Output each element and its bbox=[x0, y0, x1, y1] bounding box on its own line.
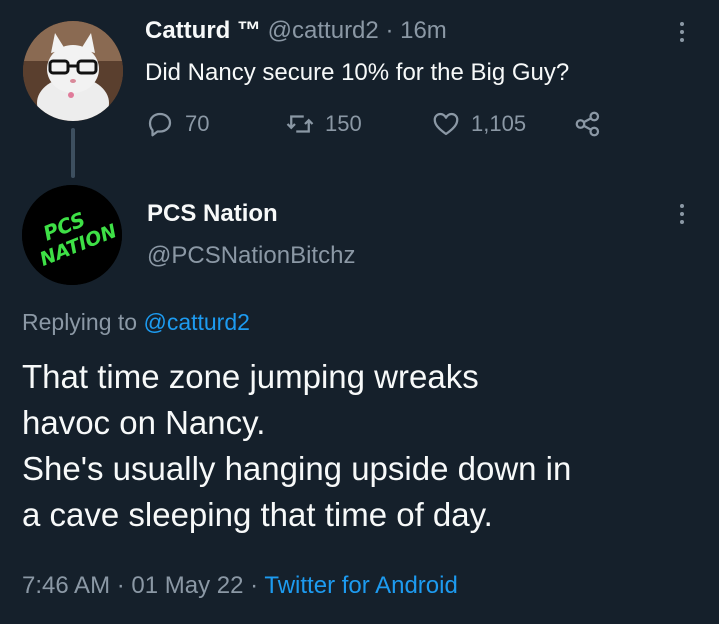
more-vertical-icon[interactable] bbox=[678, 204, 686, 224]
cat-photo-icon bbox=[23, 21, 123, 121]
pcs-nation-logo-icon: PCS NATION bbox=[22, 185, 122, 285]
retweet-count: 150 bbox=[325, 111, 362, 136]
parent-tweet[interactable]: Catturd ™ @catturd2 · 16m Did Nancy secu… bbox=[0, 0, 719, 180]
pcs-nation-avatar[interactable]: PCS NATION bbox=[22, 185, 122, 285]
retweet-icon bbox=[286, 115, 314, 133]
parent-tweet-text: Did Nancy secure 10% for the Big Guy? bbox=[145, 59, 570, 86]
like-count: 1,105 bbox=[471, 111, 527, 136]
parent-handle[interactable]: @catturd2 bbox=[268, 17, 379, 44]
header-separator: · bbox=[385, 17, 394, 44]
heart-icon bbox=[433, 112, 459, 136]
reply-bubble-icon bbox=[148, 112, 172, 137]
meta-separator: · bbox=[116, 572, 125, 599]
reply-handle[interactable]: @PCSNationBitchz bbox=[147, 240, 355, 272]
reply-button[interactable]: 70 bbox=[145, 106, 209, 142]
thread-connector bbox=[71, 128, 75, 178]
reply-count: 70 bbox=[185, 111, 210, 136]
tweet-text-line: She's usually hanging upside down in bbox=[22, 450, 572, 487]
catturd-avatar[interactable] bbox=[23, 21, 123, 121]
parent-timestamp[interactable]: 16m bbox=[400, 17, 447, 44]
tweet-time[interactable]: 7:46 AM bbox=[22, 572, 110, 599]
retweet-button[interactable]: 150 bbox=[285, 106, 362, 142]
tweet-text-line: a cave sleeping that time of day. bbox=[22, 496, 493, 533]
share-icon bbox=[575, 111, 600, 137]
parent-display-name[interactable]: Catturd ™ bbox=[145, 17, 261, 44]
tweet-text-line: havoc on Nancy. bbox=[22, 404, 266, 441]
tweet-source-link[interactable]: Twitter for Android bbox=[264, 572, 457, 599]
parent-tweet-header: Catturd ™ @catturd2 · 16m bbox=[145, 15, 447, 47]
more-vertical-icon[interactable] bbox=[678, 22, 686, 42]
tweet-metadata: 7:46 AM · 01 May 22 · Twitter for Androi… bbox=[22, 570, 458, 602]
reply-display-name[interactable]: PCS Nation bbox=[147, 198, 278, 230]
tweet-date[interactable]: 01 May 22 bbox=[131, 572, 243, 599]
replying-to-label: Replying to bbox=[22, 309, 138, 335]
meta-separator: · bbox=[250, 572, 259, 599]
tweet-text-line: That time zone jumping wreaks bbox=[22, 358, 479, 395]
replying-to-mention[interactable]: @catturd2 bbox=[143, 309, 249, 335]
like-button[interactable]: 1,105 bbox=[431, 106, 526, 142]
replying-to-line: Replying to @catturd2 bbox=[22, 306, 250, 338]
parent-tweet-actions: 70 150 1,105 bbox=[145, 106, 625, 142]
share-button[interactable] bbox=[573, 106, 603, 142]
reply-tweet-text: That time zone jumping wreaks havoc on N… bbox=[22, 354, 702, 538]
